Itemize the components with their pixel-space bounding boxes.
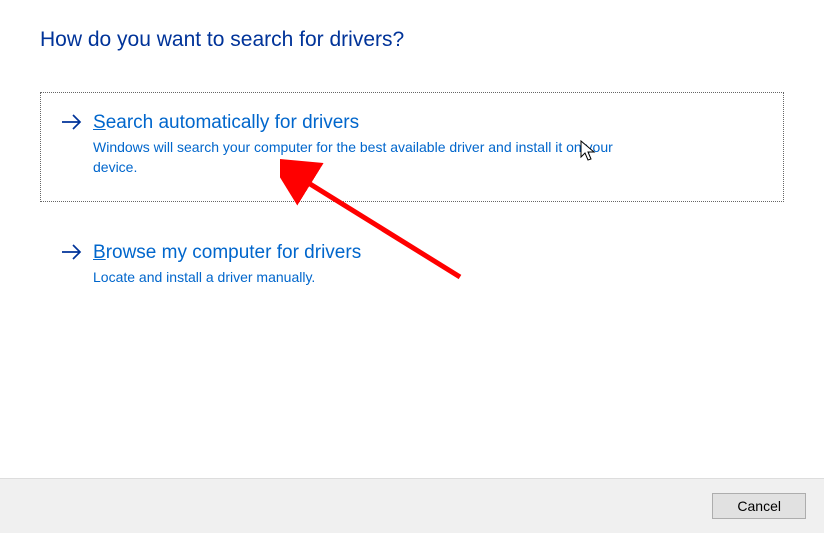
main-content: How do you want to search for drivers? S…: [0, 0, 824, 312]
option-title: Search automatically for drivers: [93, 111, 763, 135]
option-description: Locate and install a driver manually.: [93, 267, 653, 287]
option-description: Windows will search your computer for th…: [93, 137, 653, 177]
page-title: How do you want to search for drivers?: [40, 28, 784, 52]
option-title: Browse my computer for drivers: [93, 241, 763, 265]
option-search-automatically[interactable]: Search automatically for drivers Windows…: [40, 92, 784, 202]
cancel-button[interactable]: Cancel: [712, 493, 806, 519]
option-browse-computer[interactable]: Browse my computer for drivers Locate an…: [40, 222, 784, 312]
arrow-right-icon: [61, 243, 83, 267]
dialog-footer: Cancel: [0, 478, 824, 533]
arrow-right-icon: [61, 113, 83, 137]
